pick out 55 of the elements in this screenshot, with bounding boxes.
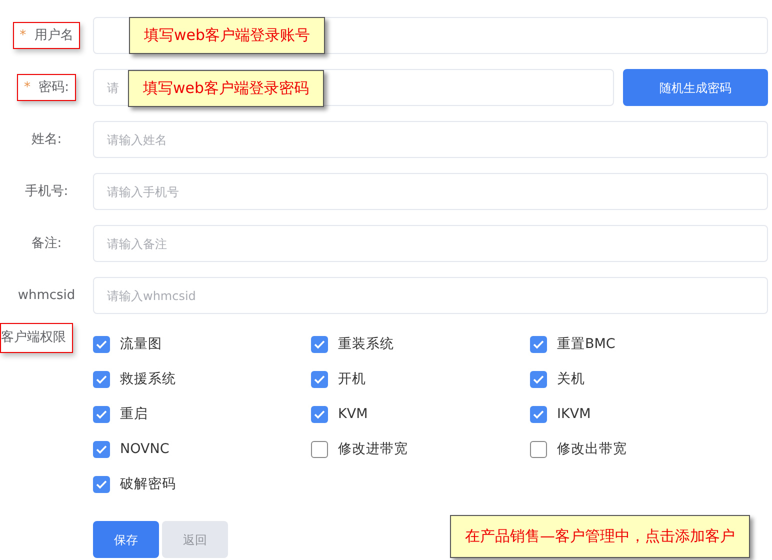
annotation-callout: 在产品销售—客户管理中，点击添加客户	[450, 515, 750, 558]
checkbox-label[interactable]: 重装系统	[338, 334, 394, 355]
input-field[interactable]: 请输入手机号	[93, 173, 768, 210]
checkbox-label[interactable]: 开机	[338, 369, 366, 390]
check-icon	[96, 340, 107, 349]
field-label: 手机号:	[24, 184, 68, 199]
checkbox-label[interactable]: 破解密码	[120, 474, 176, 495]
checkbox[interactable]	[530, 371, 547, 388]
check-icon	[533, 375, 544, 384]
save-button[interactable]: 保存	[93, 521, 159, 558]
field-label: whmcsid	[18, 288, 76, 303]
check-icon	[314, 410, 325, 419]
checkbox[interactable]	[311, 441, 328, 458]
checkbox[interactable]	[93, 441, 110, 458]
field-label: 客户端权限	[0, 323, 73, 352]
annotation-callout: 填写web客户端登录密码	[128, 70, 324, 106]
input-field[interactable]: 请输入姓名	[93, 121, 768, 158]
check-icon	[533, 340, 544, 349]
checkbox-label[interactable]: 关机	[557, 369, 585, 390]
checkbox[interactable]	[530, 406, 547, 423]
check-icon	[96, 410, 107, 419]
checkbox[interactable]	[311, 336, 328, 353]
check-icon	[533, 410, 544, 419]
checkbox-label[interactable]: 救援系统	[120, 369, 176, 390]
field-label: 备注:	[31, 236, 62, 251]
checkbox-label[interactable]: 修改进带宽	[338, 439, 408, 460]
checkbox-label[interactable]: 修改出带宽	[557, 439, 627, 460]
checkbox-label[interactable]: IKVM	[557, 404, 591, 425]
input-field[interactable]: 请输入备注	[93, 225, 768, 262]
checkbox[interactable]	[93, 406, 110, 423]
check-icon	[314, 375, 325, 384]
checkbox-label[interactable]: KVM	[338, 404, 368, 425]
input-field[interactable]: 请输入whmcsid	[93, 277, 768, 314]
checkbox-label[interactable]: 流量图	[120, 334, 162, 355]
checkbox[interactable]	[530, 336, 547, 353]
check-icon	[96, 480, 107, 489]
required-mark: *	[20, 28, 26, 43]
annotation-callout: 填写web客户端登录账号	[129, 17, 326, 54]
required-mark: *	[24, 80, 30, 95]
checkbox-label[interactable]: 重置BMC	[557, 334, 616, 355]
checkbox[interactable]	[311, 406, 328, 423]
check-icon	[314, 340, 325, 349]
check-icon	[96, 375, 107, 384]
checkbox[interactable]	[530, 441, 547, 458]
checkbox[interactable]	[93, 336, 110, 353]
generate-password-button[interactable]: 随机生成密码	[623, 69, 768, 106]
field-label: 姓名:	[31, 132, 62, 147]
field-label: 密码:	[38, 80, 70, 95]
checkbox[interactable]	[93, 371, 110, 388]
checkbox[interactable]	[311, 371, 328, 388]
field-label: 用户名	[34, 28, 74, 43]
check-icon	[96, 445, 107, 454]
checkbox-label[interactable]: NOVNC	[120, 439, 170, 460]
checkbox-label[interactable]: 重启	[120, 404, 148, 425]
checkbox[interactable]	[93, 476, 110, 493]
